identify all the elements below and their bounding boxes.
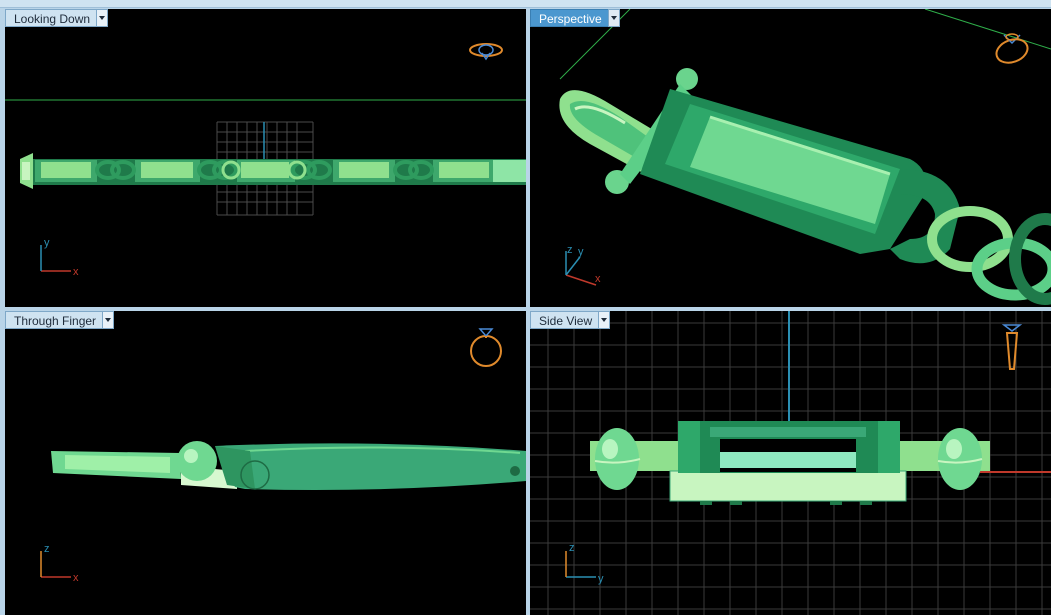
- viewport-menu-dropdown[interactable]: [102, 311, 115, 329]
- viewport-looking-down[interactable]: Looking Down y x: [5, 9, 526, 307]
- ring-front-view-icon[interactable]: [466, 321, 506, 371]
- viewport-label-side-view[interactable]: Side View: [530, 311, 611, 329]
- viewport-menu-dropdown[interactable]: [96, 9, 109, 27]
- window-top-strip: [0, 0, 1051, 8]
- viewport-side-view[interactable]: Side View z y: [530, 311, 1051, 615]
- viewport-menu-dropdown[interactable]: [598, 311, 611, 329]
- ring-side-view-icon[interactable]: [998, 321, 1028, 377]
- axis-label-y: y: [598, 573, 604, 585]
- viewport-through-finger[interactable]: Through Finger z x: [5, 311, 526, 615]
- axis-indicator: z y: [565, 542, 604, 585]
- viewport-title: Through Finger: [5, 311, 103, 329]
- viewport-title: Perspective: [530, 9, 608, 27]
- axis-label-y: y: [578, 246, 584, 258]
- axis-label-z: z: [569, 542, 575, 554]
- axis-label-x: x: [73, 572, 79, 584]
- axis-label-z: z: [44, 543, 50, 555]
- axis-label-y: y: [44, 237, 50, 249]
- axis-indicator: z y x: [565, 244, 601, 286]
- viewport-label-looking-down[interactable]: Looking Down: [5, 9, 109, 27]
- viewport-title: Side View: [530, 311, 599, 329]
- viewport-title: Looking Down: [5, 9, 97, 27]
- axis-label-z: z: [567, 244, 573, 256]
- viewport-label-perspective[interactable]: Perspective: [530, 9, 620, 27]
- chevron-down-icon: [105, 318, 112, 322]
- chevron-down-icon: [610, 16, 617, 20]
- axis-label-x: x: [595, 273, 601, 285]
- axis-indicator: z x: [40, 543, 79, 584]
- chevron-down-icon: [601, 318, 608, 322]
- axis-indicator: y x: [40, 237, 79, 278]
- ring-perspective-icon[interactable]: [990, 25, 1036, 67]
- viewport-perspective[interactable]: Perspective z y x: [530, 9, 1051, 307]
- ring-top-view-icon[interactable]: [467, 39, 507, 63]
- chevron-down-icon: [99, 16, 106, 20]
- axis-label-x: x: [73, 266, 79, 278]
- viewport-menu-dropdown[interactable]: [607, 9, 620, 27]
- viewport-label-through-finger[interactable]: Through Finger: [5, 311, 115, 329]
